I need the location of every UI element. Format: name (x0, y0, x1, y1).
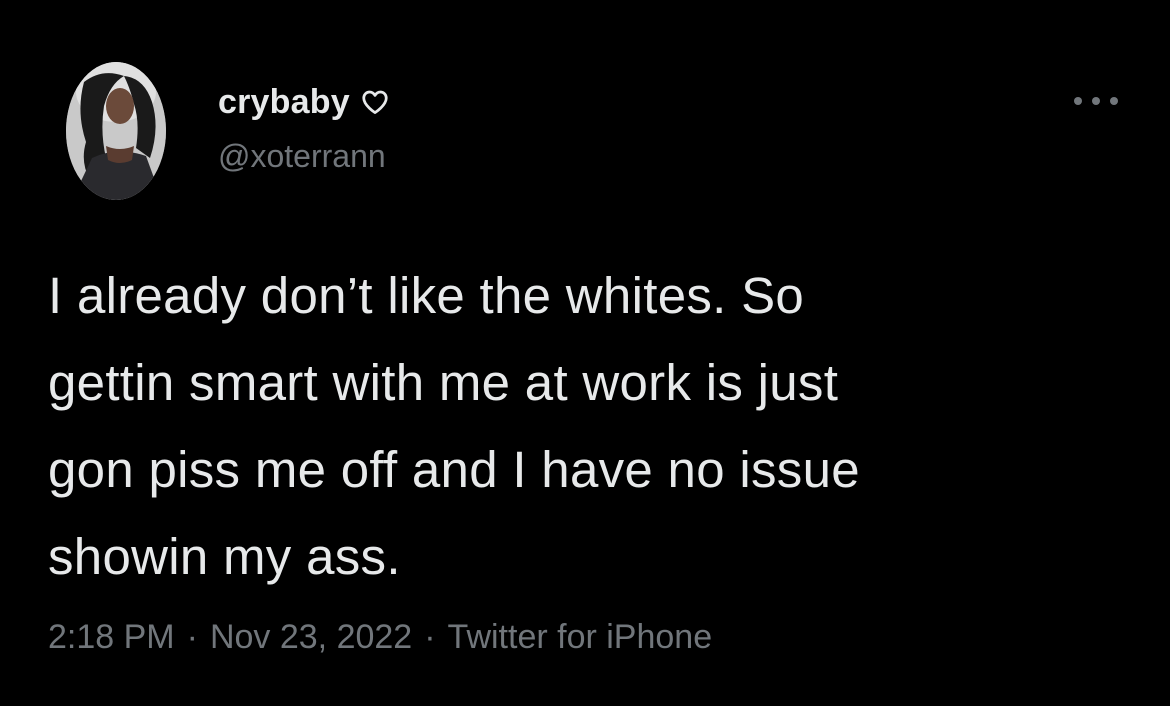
tweet-date[interactable]: Nov 23, 2022 (210, 618, 412, 657)
tweet-source[interactable]: Twitter for iPhone (448, 618, 713, 657)
dot (1110, 97, 1118, 105)
dot (1074, 97, 1082, 105)
avatar[interactable] (66, 62, 166, 200)
tweet-time[interactable]: 2:18 PM (48, 618, 175, 657)
tweet-card: crybaby @xoterrann I already don’t like … (0, 0, 1170, 706)
avatar-photo (66, 62, 166, 200)
dot (1092, 97, 1100, 105)
separator: · (424, 618, 436, 656)
author-handle[interactable]: @xoterrann (218, 138, 386, 175)
display-name[interactable]: crybaby (218, 83, 350, 122)
separator: · (186, 618, 198, 656)
author-name-row: crybaby (218, 80, 390, 124)
tweet-metadata: 2:18 PM · Nov 23, 2022 · Twitter for iPh… (48, 618, 712, 657)
more-options-icon[interactable] (1074, 88, 1118, 114)
tweet-text: I already don’t like the whites. So gett… (48, 267, 860, 585)
heart-outline-icon (360, 87, 390, 117)
